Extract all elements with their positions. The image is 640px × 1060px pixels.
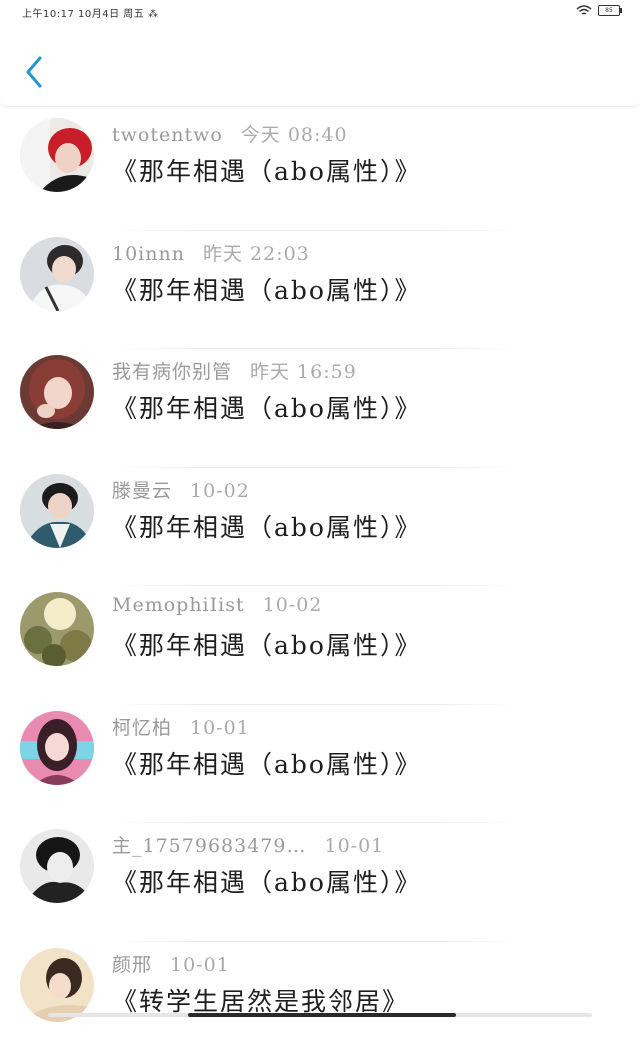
item-title[interactable]: 《那年相遇（abo属性）》 <box>112 745 421 781</box>
username: 柯忆柏 <box>112 717 172 739</box>
item-meta: 10innn 昨天 22:03 <box>112 239 310 266</box>
list-item[interactable]: 柯忆柏 10-01 《那年相遇（abo属性）》 <box>0 705 640 824</box>
username: 颜邢 <box>112 954 152 976</box>
timestamp: 今天 08:40 <box>241 124 348 146</box>
list-item[interactable]: 主_17579683479… 10-01 《那年相遇（abo属性）》 <box>0 823 640 942</box>
item-meta: 颜邢 10-01 <box>112 950 230 977</box>
timestamp: 10-02 <box>263 594 323 616</box>
item-meta: 滕曼云 10-02 <box>112 476 250 503</box>
avatar[interactable] <box>20 948 94 1022</box>
timestamp: 昨天 22:03 <box>203 243 310 265</box>
username: 主_17579683479… <box>112 835 306 857</box>
share-list: twotentwo 今天 08:40 《那年相遇（abo属性）》 10innn 昨天… <box>0 112 640 1060</box>
status-bar: 上午10:17 10月4日 周五 ⁂ 85 <box>0 0 640 24</box>
chevron-left-icon <box>18 52 48 92</box>
back-button[interactable] <box>18 52 48 92</box>
timestamp: 10-01 <box>190 717 250 739</box>
home-indicator[interactable] <box>188 1013 456 1017</box>
item-title[interactable]: 《那年相遇（abo属性）》 <box>112 152 421 188</box>
avatar[interactable] <box>20 118 94 192</box>
list-item[interactable]: MemophiIist 10-02 《那年相遇（abo属性）》 <box>0 586 640 705</box>
timestamp: 10-01 <box>170 954 230 976</box>
list-item[interactable]: 滕曼云 10-02 《那年相遇（abo属性）》 <box>0 468 640 587</box>
list-item[interactable]: 10innn 昨天 22:03 《那年相遇（abo属性）》 <box>0 231 640 350</box>
avatar[interactable] <box>20 474 94 548</box>
username: 滕曼云 <box>112 480 172 502</box>
top-navigation-bar <box>0 24 640 107</box>
item-title[interactable]: 《那年相遇（abo属性）》 <box>112 508 421 544</box>
item-meta: 柯忆柏 10-01 <box>112 713 250 740</box>
status-time-date: 上午10:17 10月4日 周五 ⁂ <box>22 5 158 20</box>
item-meta: MemophiIist 10-02 <box>112 594 322 616</box>
item-meta: twotentwo 今天 08:40 <box>112 120 348 147</box>
wifi-icon <box>576 5 592 16</box>
list-item[interactable]: 颜邢10-01 《转学生居然是我邻居》 <box>0 942 640 1060</box>
item-title[interactable]: 《那年相遇（abo属性）》 <box>112 271 421 307</box>
list-item[interactable]: 我有病你别管昨天 16:59 《那年相遇（abo属性）》 <box>0 349 640 468</box>
avatar[interactable] <box>20 711 94 785</box>
item-title[interactable]: 《那年相遇（abo属性）》 <box>112 389 421 425</box>
item-meta: 主_17579683479… 10-01 <box>112 831 384 858</box>
avatar[interactable] <box>20 592 94 666</box>
avatar[interactable] <box>20 355 94 429</box>
timestamp: 昨天 16:59 <box>250 361 357 383</box>
battery-icon: 85 <box>598 5 620 16</box>
item-title[interactable]: 《那年相遇（abo属性）》 <box>112 863 421 899</box>
username: MemophiIist <box>112 594 245 616</box>
avatar[interactable] <box>20 237 94 311</box>
status-icons: 85 <box>576 5 620 16</box>
item-title[interactable]: 《那年相遇（abo属性）》 <box>112 626 421 662</box>
item-meta: 我有病你别管昨天 16:59 <box>112 357 357 384</box>
timestamp: 10-02 <box>190 480 250 502</box>
avatar[interactable] <box>20 829 94 903</box>
username: 我有病你别管 <box>112 361 232 383</box>
username: 10innn <box>112 243 185 265</box>
timestamp: 10-01 <box>324 835 384 857</box>
list-item[interactable]: twotentwo 今天 08:40 《那年相遇（abo属性）》 <box>0 112 640 231</box>
username: twotentwo <box>112 124 223 146</box>
